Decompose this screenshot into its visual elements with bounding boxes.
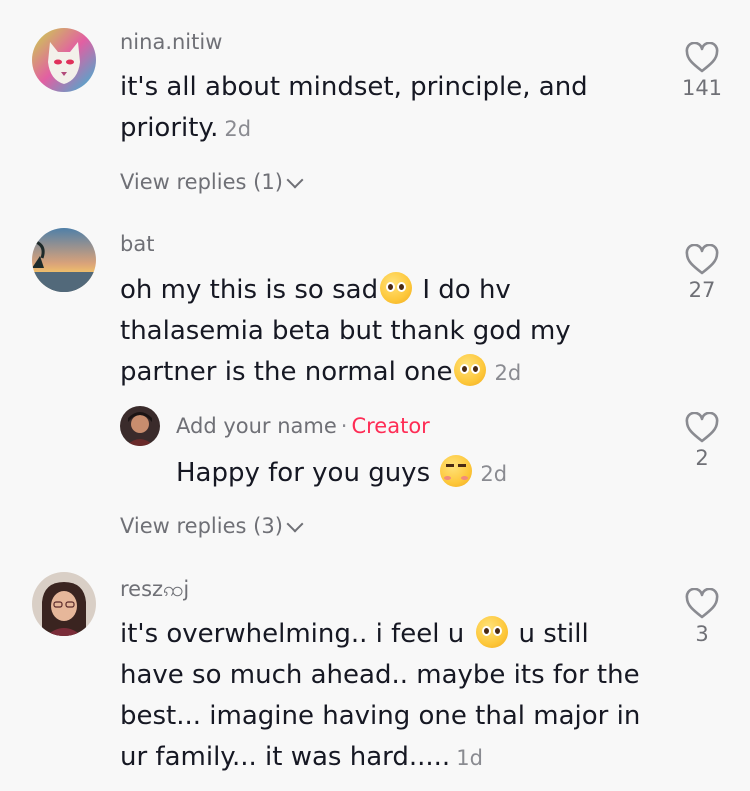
comment-item: nina.nitiw it's all about mindset, princ… [0,0,750,215]
comment-date: 2d [494,361,522,385]
like-button[interactable]: 141 [672,42,732,100]
comment-text: it's all about mindset, principle, and p… [120,72,588,143]
view-replies-button[interactable]: View replies (1) [120,170,304,194]
heart-outline-icon [685,42,719,73]
like-count: 3 [695,622,709,646]
reply-avatar[interactable] [120,406,160,446]
chevron-down-icon [286,515,304,533]
heart-outline-icon [685,588,719,619]
like-count: 27 [688,278,716,302]
like-count: 2 [695,446,709,470]
comment-username[interactable]: reszꩡj [120,576,189,607]
view-replies-button[interactable]: View replies (3) [120,514,304,538]
comment-username[interactable]: bat [120,232,154,256]
like-button[interactable]: 2 [672,412,732,470]
creator-badge: Creator [351,414,430,438]
avatar[interactable] [32,28,96,92]
avatar[interactable] [32,228,96,292]
reply-text: Happy for you guys 2d [176,453,507,495]
chevron-down-icon [286,171,304,189]
pleading-face-emoji [380,272,413,304]
like-count: 141 [681,76,723,100]
comment-date: 2d [480,462,508,486]
reply-username[interactable]: Add your name · Creator [176,414,430,438]
comment-date: 2d [224,117,252,141]
comment-date: 1d [456,746,483,770]
heart-outline-icon [685,244,719,275]
like-button[interactable]: 27 [672,244,732,302]
comment-text: it's overwhelming.. i feel u u still hav… [120,614,640,779]
comment-username[interactable]: nina.nitiw [120,30,222,54]
pleading-face-emoji [454,354,487,386]
smiling-face-with-hearts-emoji [440,455,473,487]
comment-text: oh my this is so sad I do hv thalasemia … [120,270,571,394]
like-button[interactable]: 3 [672,588,732,646]
pleading-face-emoji [476,616,509,648]
avatar[interactable] [32,572,96,636]
heart-outline-icon [685,412,719,443]
